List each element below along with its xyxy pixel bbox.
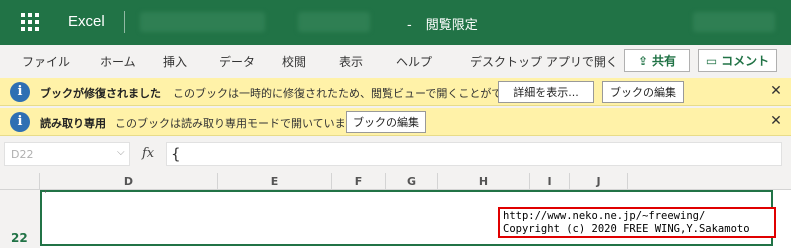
infobar-message: このブックは読み取り専用モードで開いています xyxy=(115,117,357,130)
name-box[interactable]: D22 ⌵ xyxy=(4,142,130,166)
menu-insert[interactable]: 挿入 xyxy=(163,53,187,70)
infobar-title: ブックが修復されました xyxy=(40,87,161,100)
readonly-infobar: i 読み取り専用 このブックは読み取り専用モードで開いています ブックの編集 ✕ xyxy=(0,108,791,136)
function-icon[interactable]: fx xyxy=(142,146,154,161)
formula-text: { xyxy=(171,145,181,163)
info-icon: i xyxy=(10,82,30,102)
redacted-user xyxy=(693,12,775,32)
view-mode-label: 閲覧限定 xyxy=(425,18,478,33)
menu-data[interactable]: データ xyxy=(219,53,255,70)
column-header-e[interactable]: E xyxy=(218,173,332,190)
comment-label: コメント xyxy=(721,54,770,68)
infobar-title: 読み取り専用 xyxy=(40,117,106,130)
edit-workbook-button[interactable]: ブックの編集 xyxy=(602,81,684,103)
app-launcher-icon[interactable] xyxy=(21,13,39,31)
share-label: 共有 xyxy=(652,54,677,68)
watermark-copyright: Copyright (c) 2020 FREE WING,Y.Sakamoto xyxy=(503,223,750,235)
info-icon: i xyxy=(10,112,30,132)
document-title: - 閲覧限定 xyxy=(407,14,478,33)
infobar-message: このブックは一時的に修復されたため、閲覧ビューで開くことができます。 xyxy=(173,87,546,100)
redacted-breadcrumb xyxy=(140,12,265,32)
column-header-g[interactable]: G xyxy=(386,173,438,190)
column-header-f[interactable]: F xyxy=(332,173,386,190)
close-icon[interactable]: ✕ xyxy=(768,112,784,130)
share-icon: ⇪ xyxy=(637,53,649,68)
column-header-d[interactable]: D xyxy=(40,173,218,190)
close-icon[interactable]: ✕ xyxy=(768,82,784,100)
name-box-value: D22 xyxy=(11,148,34,161)
title-bar: Excel - 閲覧限定 xyxy=(0,0,791,45)
copyright-watermark: http://www.neko.ne.jp/~freewing/ Copyrig… xyxy=(498,207,776,238)
comments-button[interactable]: ▭ コメント xyxy=(698,49,777,72)
column-header-i[interactable]: I xyxy=(530,173,570,190)
column-header-j[interactable]: J xyxy=(570,173,628,190)
cell-mark: ' xyxy=(44,189,47,200)
formula-input[interactable]: { xyxy=(166,142,782,166)
row-header[interactable]: 22 xyxy=(0,190,40,248)
menu-open-desktop[interactable]: デスクトップ アプリで開く xyxy=(470,53,618,70)
watermark-url: http://www.neko.ne.jp/~freewing/ xyxy=(503,210,706,222)
menu-view[interactable]: 表示 xyxy=(339,53,363,70)
menu-review[interactable]: 校閲 xyxy=(282,53,306,70)
repair-infobar: i ブックが修復されました このブックは一時的に修復されたため、閲覧ビューで開く… xyxy=(0,78,791,106)
menu-home[interactable]: ホーム xyxy=(100,53,136,70)
title-separator: - xyxy=(407,18,412,33)
show-details-button[interactable]: 詳細を表示... xyxy=(498,81,594,103)
menu-help[interactable]: ヘルプ xyxy=(396,53,432,70)
share-button[interactable]: ⇪ 共有 xyxy=(624,49,690,72)
row-number: 22 xyxy=(11,231,28,245)
chevron-down-icon[interactable]: ⌵ xyxy=(117,147,125,158)
app-name[interactable]: Excel xyxy=(68,13,105,30)
edit-workbook-button[interactable]: ブックの編集 xyxy=(346,111,426,133)
menu-bar: ファイル ホーム 挿入 データ 校閲 表示 ヘルプ デスクトップ アプリで開く … xyxy=(0,45,791,76)
formula-bar: D22 ⌵ fx { xyxy=(0,138,791,172)
redacted-filename xyxy=(298,12,370,32)
column-headers: D E F G H I J xyxy=(0,173,791,190)
menu-file[interactable]: ファイル xyxy=(22,53,70,70)
column-header-h[interactable]: H xyxy=(438,173,530,190)
title-divider xyxy=(124,11,125,33)
comment-icon: ▭ xyxy=(705,53,718,68)
select-all-corner[interactable] xyxy=(0,173,40,190)
